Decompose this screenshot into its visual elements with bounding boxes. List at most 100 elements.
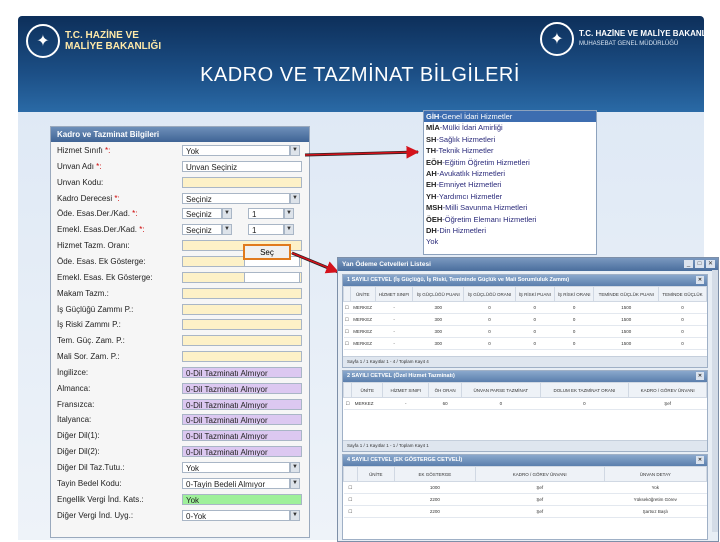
table-row[interactable]: ☐ 2200 Şef Yükseköğretim Görev [343,493,707,506]
checkbox-icon[interactable]: ☐ [343,325,351,338]
pagination-bar[interactable]: Sayfa 1 / 1 Kayıtlar 1 - 1 / Toplam Kayı… [343,440,707,451]
table-cell: 0 [515,337,555,350]
field-label: Engellik Vergi İnd. Kats.: [57,494,144,504]
chevron-down-icon[interactable]: ▼ [290,509,300,521]
field-input[interactable] [182,176,302,188]
pagination-bar[interactable]: Sayfa 1 / 1 Kayıtlar 1 - 4 / Toplam Kayı… [343,356,707,367]
dropdown-option[interactable]: Yok [424,236,596,247]
field-input[interactable]: 0-Yok [182,509,290,521]
field-input[interactable] [182,303,302,315]
dropdown-option[interactable]: EH-Emniyet Hizmetleri [424,179,596,190]
chevron-down-icon[interactable]: ▼ [222,208,232,220]
column-header[interactable]: İŞ GÜÇLÜĞÜ ORANI [463,286,516,302]
field-input[interactable]: 0-Dil Tazminatı Almıyor [182,382,302,394]
dropdown-option[interactable]: SH-Sağlık Hizmetleri [424,134,596,145]
dropdown-option[interactable]: MSH-Milli Savunma Hizmetleri [424,202,596,213]
column-header[interactable]: TEMİNDE GÜÇLÜK [658,286,707,302]
column-header[interactable]: ÜNVAN PARSE TAZMİNAT [461,382,541,398]
column-header[interactable]: İŞ GÜÇLÜĞÜ PUANI [412,286,465,302]
table-cell: 0 [515,301,555,314]
column-header[interactable]: ÖH ORAN [428,382,463,398]
field-input[interactable] [182,351,302,363]
form-row: Öde. Esas.Der./Kad. *: Seçiniz ▼ 1 ▼ [51,207,309,221]
column-header[interactable]: ÜNVAN DETAY [603,466,708,482]
column-header[interactable]: ÜNİTE [349,286,376,302]
field-input[interactable]: Seçiniz [182,224,222,236]
logo-line-1: T.C. HAZİNE VE [65,30,139,41]
column-header[interactable]: EK GÖSTERGE [393,466,476,482]
column-header[interactable]: KADRO / GÖREV ÜNVANI [474,466,605,482]
dropdown-option[interactable]: MİA-Mülki İdari Amirliği [424,122,596,133]
window-scrollbar[interactable] [712,270,718,532]
form-row: Fransızca: 0-Dil Tazminatı Almıyor [51,398,309,412]
dropdown-option[interactable]: TH-Teknik Hizmetler [424,145,596,156]
field-input[interactable]: 0-Dil Tazminatı Almıyor [182,430,302,442]
checkbox-icon[interactable]: ☐ [343,337,351,350]
column-header[interactable]: HİZMET SINIFI [374,286,414,302]
column-header[interactable]: DOLUM EK TAZMİNAT ORANI [539,382,630,398]
table-row[interactable]: ☐ 1000 Şef Yok [343,481,707,494]
column-header[interactable]: İŞ RİSKİ ORANI [553,286,595,302]
checkbox-icon[interactable]: ☐ [343,481,358,494]
chevron-down-icon[interactable]: ▼ [284,224,294,236]
dropdown-option[interactable]: DH-Din Hizmetleri [424,225,596,236]
field-input[interactable] [182,319,302,331]
table-row[interactable]: ☐ MERKEZ -300 0 0 0 1500 0 [343,337,707,350]
field-input[interactable]: 0-Tayin Bedeli Almıyor [182,477,290,489]
table-row[interactable]: ☐ MERKEZ -300 0 0 0 1500 0 [343,325,707,338]
logo-line-2: MALİYE BAKANLIĞI [65,41,162,52]
dropdown-option[interactable]: EÖH-Eğitim Öğretim Hizmetleri [424,157,596,168]
checkbox-icon[interactable]: ☐ [343,301,351,314]
close-icon[interactable]: ✕ [696,456,704,464]
select-button[interactable]: Seç [243,244,291,260]
field-input[interactable]: Yok [182,145,290,156]
column-header[interactable]: ÜNİTE [351,382,384,398]
checkbox-icon[interactable]: ☐ [343,397,352,410]
field-input[interactable] [182,287,302,299]
field-input-kademe[interactable]: 1 [248,224,284,236]
column-header[interactable]: HİZMET SINIFI [382,382,430,398]
field-input-kademe[interactable]: 1 [248,208,284,220]
close-icon[interactable]: ✕ [696,372,704,380]
chevron-down-icon[interactable]: ▼ [222,224,232,236]
field-input[interactable]: Seçiniz [182,208,222,220]
field-input[interactable]: Unvan Seçiniz [182,160,302,172]
field-input[interactable]: Yok [182,462,290,473]
field-input[interactable]: Yok [182,493,302,505]
dropdown-option[interactable]: ÖEH-Öğretim Elemanı Hizmetleri [424,214,596,225]
table-cell: Şartsız Başlı [604,505,707,518]
field-input[interactable]: 0-Dil Tazminatı Almıyor [182,414,302,426]
dropdown-option[interactable]: YH-Yardımcı Hizmetler [424,191,596,202]
chevron-down-icon[interactable]: ▼ [290,145,300,156]
table-row[interactable]: ☐ MERKEZ -300 0 0 0 1500 0 [343,313,707,326]
field-input[interactable]: Seçiniz [182,192,290,204]
field-input-extra[interactable] [244,271,300,283]
column-header[interactable]: ÜNİTE [356,466,395,482]
option-code: AH [426,168,437,178]
table-row[interactable]: ☐ MERKEZ -60 0 0 Şef [343,397,707,410]
hizmet-sinifi-dropdown-list[interactable]: GİH-Genel İdari Hizmetler MİA-Mülki İdari… [423,110,597,255]
close-icon[interactable]: ✕ [696,276,704,284]
chevron-down-icon[interactable]: ▼ [290,462,300,473]
maximize-icon[interactable]: □ [695,260,704,268]
column-header[interactable]: KADRO / GÖREV ÜNVANI [628,382,707,398]
chevron-down-icon[interactable]: ▼ [284,208,294,220]
checkbox-icon[interactable]: ☐ [343,505,358,518]
chevron-down-icon[interactable]: ▼ [290,477,300,489]
dropdown-option[interactable]: GİH-Genel İdari Hizmetler [424,111,596,123]
checkbox-icon[interactable]: ☐ [343,493,358,506]
column-header[interactable]: İŞ RİSKİ PUANI [514,286,555,302]
field-input[interactable]: 0-Dil Tazminatı Almıyor [182,446,302,458]
table-cell: - [375,313,413,326]
table-row[interactable]: ☐ 2200 Şef Şartsız Başlı [343,505,707,518]
dropdown-option[interactable]: AH-Avukatlık Hizmetleri [424,168,596,179]
field-input[interactable]: 0-Dil Tazminatı Almıyor [182,398,302,410]
chevron-down-icon[interactable]: ▼ [290,192,300,204]
minimize-icon[interactable]: _ [684,260,693,268]
field-input[interactable] [182,335,302,347]
table-row[interactable]: ☐ MERKEZ -300 0 0 0 1500 0 [343,301,707,314]
checkbox-icon[interactable]: ☐ [343,313,351,326]
field-input[interactable]: 0-Dil Tazminatı Almıyor [182,366,302,378]
column-header[interactable]: TEMİNDE GÜÇLÜK PUANI [593,286,659,302]
close-icon[interactable]: ✕ [706,260,715,268]
